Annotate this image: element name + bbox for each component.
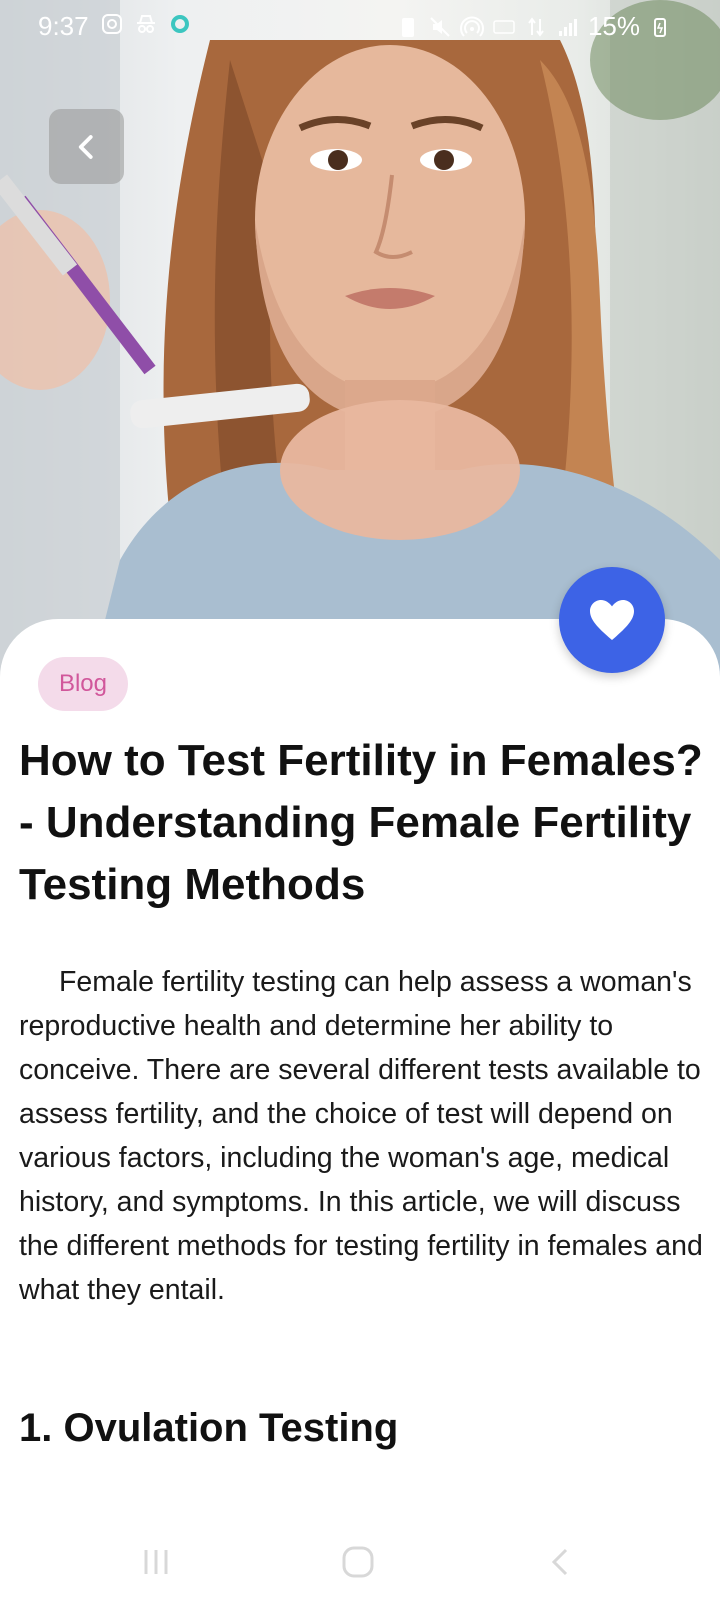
heart-icon [590,600,634,640]
chevron-left-icon [78,134,93,159]
lte-icon [528,16,544,37]
ring-app-icon [171,15,189,33]
category-tag[interactable]: Blog [38,657,128,711]
favorite-button[interactable] [559,567,665,673]
battery-saver-icon [401,17,414,37]
home-icon [342,1546,374,1578]
section-heading: 1. Ovulation Testing [19,1406,399,1450]
back-icon [551,1548,568,1576]
navigation-bar [0,1520,720,1600]
battery-percent: 15% [587,11,640,41]
status-right-icons: 15% [396,11,672,42]
recents-button[interactable] [126,1540,186,1584]
back-button[interactable] [49,109,124,184]
hotspot-icon [459,16,484,37]
signal-icon [558,18,577,36]
article-body: Female fertility testing can help assess… [19,966,703,1306]
incognito-icon [137,15,155,33]
recents-icon [144,1550,168,1574]
status-left-icons [100,12,192,36]
article-title: How to Test Fertility in Females? - Unde… [19,736,703,909]
status-time: 9:37 [38,11,89,41]
status-bar: 9:37 15% [0,0,720,52]
charging-battery-icon [654,17,666,37]
home-button[interactable] [328,1540,388,1584]
system-back-button[interactable] [530,1540,590,1584]
mute-icon [430,16,450,37]
instagram-icon [102,14,122,34]
volte-icon [493,19,515,34]
